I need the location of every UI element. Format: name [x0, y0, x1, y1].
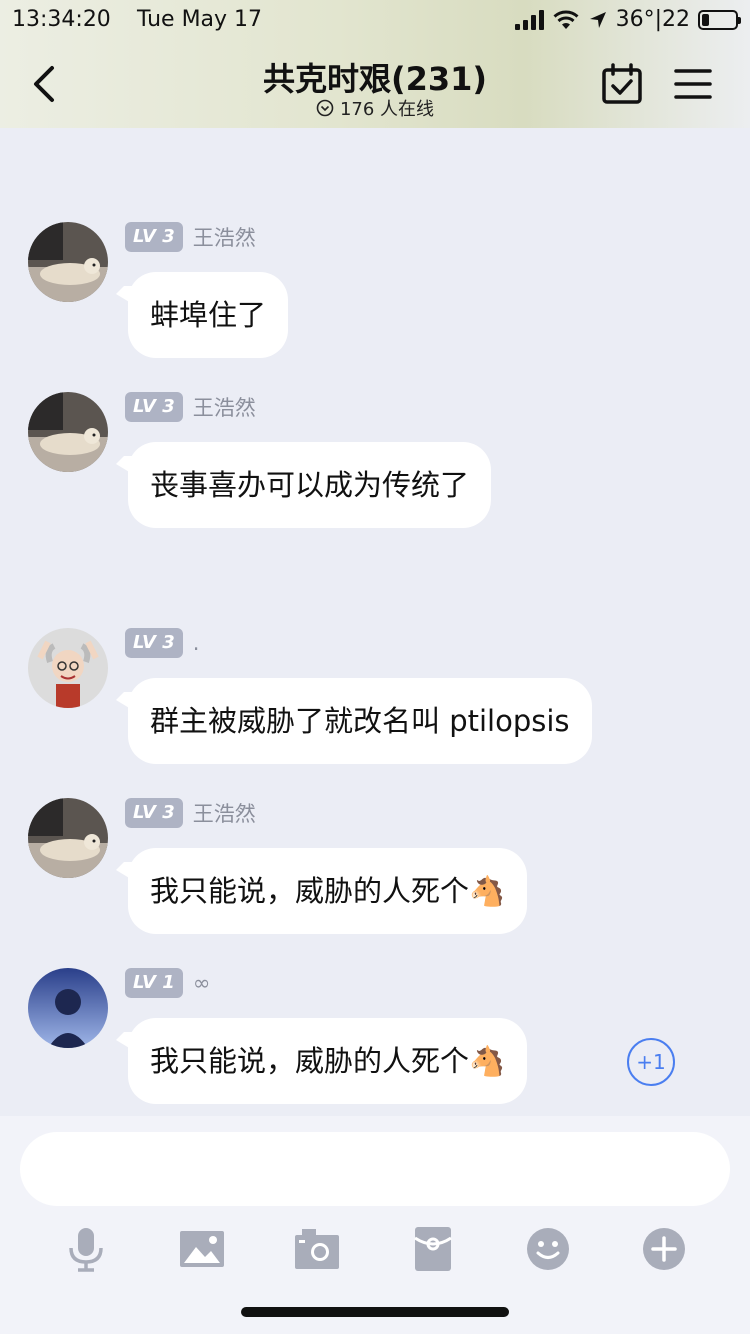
calendar-check-icon[interactable] [600, 62, 644, 106]
sender-name: 王浩然 [192, 802, 256, 826]
message-bubble[interactable]: 蚌埠住了 [128, 272, 289, 358]
home-indicator [241, 1307, 509, 1317]
level-badge: LV 3 [125, 628, 183, 658]
status-bar: 13:34:20 Tue May 17 36°|22 [0, 0, 750, 40]
level-badge: LV 1 [125, 968, 183, 998]
message-input[interactable] [20, 1132, 730, 1206]
message-meta: LV 3 王浩然 [125, 222, 256, 252]
sender-name: ∞ [192, 971, 211, 995]
message-meta: LV 3 王浩然 [125, 798, 256, 828]
avatar[interactable] [28, 968, 108, 1048]
wifi-icon [553, 10, 579, 29]
camera-icon[interactable] [294, 1226, 340, 1272]
avatar[interactable] [28, 392, 108, 472]
message-meta: LV 1 ∞ [125, 968, 210, 998]
message-bubble[interactable]: 群主被威胁了就改名叫 ptilopsis [128, 678, 592, 764]
sender-name: 王浩然 [192, 226, 256, 250]
level-badge: LV 3 [125, 798, 183, 828]
avatar[interactable] [28, 628, 108, 708]
plus-one-button[interactable]: +1 [627, 1038, 675, 1086]
status-right: 36°|22 [514, 7, 741, 32]
menu-icon[interactable] [672, 66, 714, 102]
level-badge: LV 3 [125, 222, 183, 252]
plus-icon[interactable] [641, 1226, 687, 1272]
avatar[interactable] [28, 798, 108, 878]
status-time: 13:34:20 [12, 7, 111, 32]
chevron-circle-icon [316, 99, 334, 117]
message-bubble[interactable]: 我只能说，威胁的人死个🐴 [128, 848, 528, 934]
mic-icon[interactable] [63, 1226, 109, 1272]
battery-icon [698, 9, 741, 30]
red-packet-icon[interactable] [410, 1226, 456, 1272]
location-arrow-icon [589, 11, 606, 28]
avatar[interactable] [28, 222, 108, 302]
cellular-signal-icon [514, 9, 544, 30]
message-meta: LV 3 王浩然 [125, 392, 256, 422]
online-count-label: 176 人在线 [339, 99, 435, 120]
sender-name: 王浩然 [192, 396, 256, 420]
message-meta: LV 3 . [125, 628, 199, 658]
emoji-icon[interactable] [525, 1226, 571, 1272]
message-bubble[interactable]: 我只能说，威胁的人死个🐴 [128, 1018, 528, 1104]
battery-text: 36°|22 [615, 7, 690, 32]
sender-name: . [192, 631, 200, 655]
input-area [0, 1116, 750, 1334]
status-date: Tue May 17 [137, 7, 263, 32]
image-icon[interactable] [179, 1226, 225, 1272]
chat-header: 13:34:20 Tue May 17 36°|22 共克时艰(231) 176… [0, 0, 750, 128]
message-bubble[interactable]: 丧事喜办可以成为传统了 [128, 442, 492, 528]
level-badge: LV 3 [125, 392, 183, 422]
